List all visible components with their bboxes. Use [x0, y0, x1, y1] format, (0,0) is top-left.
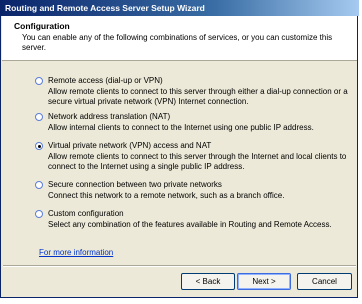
window-title: Routing and Remote Access Server Setup W… — [5, 3, 205, 13]
page-description: You can enable any of the following comb… — [22, 33, 333, 52]
page-title: Configuration — [14, 21, 70, 31]
back-button[interactable]: < Back — [181, 273, 235, 290]
option-description: Connect this network to a remote network… — [48, 191, 285, 200]
option-label[interactable]: Network address translation (NAT) — [48, 112, 170, 121]
wizard-header: Configuration You can enable any of the … — [2, 16, 357, 61]
option-description: Allow remote clients to connect to this … — [48, 152, 347, 171]
option-radio[interactable] — [35, 181, 43, 189]
option-label[interactable]: Custom configuration — [48, 209, 124, 218]
title-bar[interactable]: Routing and Remote Access Server Setup W… — [1, 0, 359, 16]
option-radio[interactable] — [35, 113, 43, 121]
option-description: Allow remote clients to connect to this … — [48, 87, 348, 106]
option-description: Allow internal clients to connect to the… — [48, 123, 314, 132]
cancel-button[interactable]: Cancel — [297, 273, 352, 290]
option-label[interactable]: Secure connection between two private ne… — [48, 180, 222, 189]
next-button[interactable]: Next > — [237, 273, 291, 290]
option-radio-selected[interactable] — [35, 142, 43, 150]
more-information-link[interactable]: For more information — [39, 248, 113, 257]
option-label[interactable]: Virtual private network (VPN) access and… — [48, 141, 211, 150]
wizard-window: Routing and Remote Access Server Setup W… — [0, 0, 359, 298]
option-label[interactable]: Remote access (dial-up or VPN) — [48, 76, 163, 85]
option-radio[interactable] — [35, 210, 43, 218]
configuration-options: Remote access (dial-up or VPN) Allow rem… — [1, 61, 357, 266]
separator — [3, 265, 356, 267]
option-description: Select any combination of the features a… — [48, 220, 332, 229]
option-radio[interactable] — [35, 77, 43, 85]
